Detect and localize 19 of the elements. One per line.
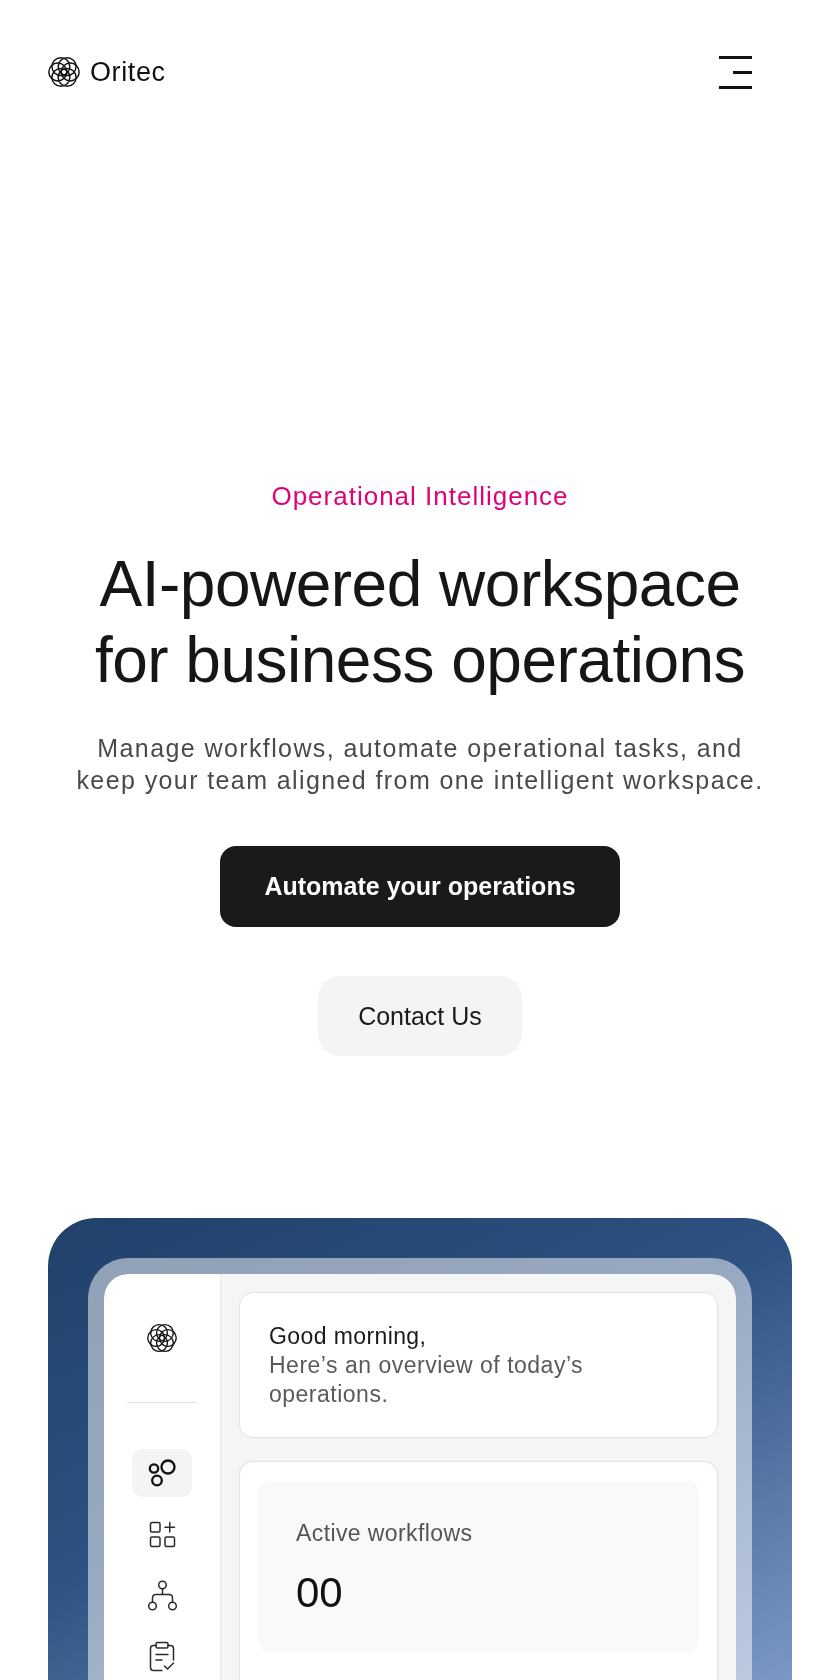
greeting-text: Here’s an overview of today’s operations. <box>269 1351 585 1409</box>
sidebar-item[interactable] <box>132 1449 192 1497</box>
stat-value: 00 <box>296 1568 344 1618</box>
automate-button[interactable]: Automate your operations <box>220 846 620 927</box>
greeting-title: Good morning, <box>269 1322 428 1351</box>
hero-subtitle: Manage workflows, automate operational tasks, and keep your team aligned from one intelligent workspace. <box>75 733 765 796</box>
hero-headline: AI-powered workspace for business operations <box>93 547 747 698</box>
grid-plus-icon <box>148 1520 176 1548</box>
contact-button[interactable]: Contact Us <box>318 976 522 1056</box>
menu-button[interactable] <box>719 55 752 89</box>
brand-name: Oritec <box>90 56 166 88</box>
logo-icon <box>48 56 80 88</box>
hierarchy-icon <box>146 1579 178 1611</box>
eyebrow-text: Operational Intelligence <box>271 480 569 512</box>
logo-icon <box>147 1323 177 1353</box>
stat-label: Active workflows <box>296 1519 474 1548</box>
circles-icon <box>147 1459 177 1487</box>
menu-icon <box>719 55 752 89</box>
clipboard-check-icon <box>148 1640 176 1672</box>
